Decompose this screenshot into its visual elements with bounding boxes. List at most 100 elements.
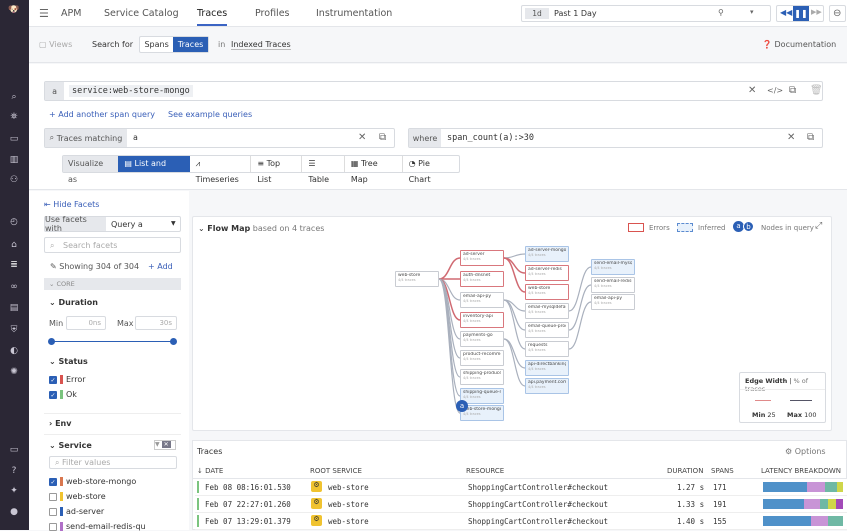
service-item[interactable]: web-store xyxy=(49,492,106,501)
filter-toggle[interactable]: ▼✕ xyxy=(154,440,176,450)
hide-facets-button[interactable]: ⇤ Hide Facets xyxy=(44,200,99,209)
clear-icon[interactable]: ✕ xyxy=(787,132,795,143)
min-input[interactable]: 0ns xyxy=(66,316,106,330)
shield-icon[interactable]: ◐ xyxy=(8,345,20,357)
tab-profiles[interactable]: Profiles xyxy=(255,8,290,19)
flow-node[interactable]: payments-go4/4 traces xyxy=(460,331,504,347)
slider-max-handle[interactable] xyxy=(170,338,177,345)
checkbox[interactable]: ✓ xyxy=(49,391,57,399)
pause-button[interactable]: ❚❚ xyxy=(793,6,809,21)
security-icon[interactable]: ⛨ xyxy=(8,324,20,336)
chat-icon[interactable]: ▭ xyxy=(8,444,20,456)
flow-node[interactable]: email-mysqldefaultdb4/4 traces xyxy=(525,303,569,319)
copy-icon[interactable]: ⧉ xyxy=(789,85,796,96)
viz-top-list[interactable]: ≡ Top List xyxy=(251,156,302,172)
help-icon[interactable]: ? xyxy=(8,465,20,477)
status-error-item[interactable]: ✓Error xyxy=(49,375,86,384)
time-picker[interactable]: 1d Past 1 Day ⚲ ▾ xyxy=(521,5,771,22)
flow-node[interactable]: shipping-producer4/4 traces xyxy=(460,369,504,385)
flow-node[interactable]: send-email-redis-queue4/4 traces xyxy=(591,277,635,293)
facet-query-select[interactable]: Use facets with Query a ▼ xyxy=(44,216,181,232)
table-row[interactable]: Feb 07 13:29:01.379 ⚙ web-store Shopping… xyxy=(195,513,847,530)
close-icon[interactable]: ✕ xyxy=(162,441,171,448)
gear-icon[interactable]: ✺ xyxy=(8,366,20,378)
col-duration[interactable]: DURATION xyxy=(667,467,703,475)
example-queries-link[interactable]: See example queries xyxy=(168,110,252,119)
checkbox[interactable]: ✓ xyxy=(49,376,57,384)
add-span-query-link[interactable]: + Add another span query xyxy=(49,110,155,119)
env-facet[interactable]: › Env xyxy=(49,419,71,428)
service-item[interactable]: ✓web-store-mongo xyxy=(49,477,136,486)
flow-node[interactable]: api.payment.com4/4 traces xyxy=(525,378,569,394)
index-select[interactable]: Indexed Traces xyxy=(231,40,291,50)
flow-node[interactable]: api-directbankingo...4/4 traces xyxy=(525,360,569,376)
options-button[interactable]: ⚙ Options xyxy=(785,447,826,456)
status-facet[interactable]: ⌄ Status xyxy=(49,357,88,366)
query-input[interactable]: service:web-store-mongo xyxy=(69,85,193,97)
code-icon[interactable]: </> xyxy=(767,86,783,95)
col-resource[interactable]: RESOURCE xyxy=(466,467,504,475)
viz-timeseries[interactable]: ⩘ Timeseries xyxy=(190,156,252,172)
filter-values-input[interactable]: ⌕ Filter values xyxy=(49,456,177,469)
clear-icon[interactable]: ✕ xyxy=(748,85,756,96)
flow-node[interactable]: email-queue-producer4/4 traces xyxy=(525,322,569,338)
logo-icon[interactable]: 🐶 xyxy=(8,4,20,16)
checkbox[interactable] xyxy=(49,493,57,501)
trash-icon[interactable]: 🗑 xyxy=(810,85,823,96)
service-facet[interactable]: ⌄ Service xyxy=(49,441,92,450)
checkbox[interactable] xyxy=(49,508,57,516)
flow-node[interactable]: auth-dnsnet4/4 traces xyxy=(460,271,504,287)
infrastructure-icon[interactable]: ⚇ xyxy=(8,174,20,186)
col-root-service[interactable]: ROOT SERVICE xyxy=(310,467,362,475)
chart-icon[interactable]: ▥ xyxy=(8,154,20,166)
rewind-icon[interactable]: ◀◀ xyxy=(780,8,792,17)
forward-icon[interactable]: ▶▶ xyxy=(811,8,822,16)
search-facets-input[interactable]: ⌕ Search facets xyxy=(44,237,181,253)
flow-node[interactable]: send-email-mysql-db4/4 traces xyxy=(591,259,635,275)
tab-instrumentation[interactable]: Instrumentation xyxy=(316,8,392,19)
col-spans[interactable]: SPANS xyxy=(711,467,734,475)
spans-toggle[interactable]: Spans xyxy=(140,37,173,52)
flow-node[interactable]: email-api-py4/4 traces xyxy=(591,294,635,310)
link-icon[interactable]: ∞ xyxy=(8,281,20,293)
copy-icon[interactable]: ⧉ xyxy=(379,132,386,143)
flow-node[interactable]: ad-server-mongodb4/4 traces xyxy=(525,246,569,262)
viz-table[interactable]: ☰ Table xyxy=(302,156,344,172)
views-button[interactable]: ▢ Views xyxy=(39,40,72,49)
dashboard-icon[interactable]: ▭ xyxy=(8,133,20,145)
flow-node[interactable]: ad-server4/4 traces xyxy=(460,250,504,266)
core-group[interactable]: ⌄ CORE xyxy=(44,278,181,290)
apm-menu-icon[interactable]: ☰ xyxy=(39,7,49,20)
traces-matching-input[interactable]: a xyxy=(133,133,138,142)
checkbox[interactable] xyxy=(49,523,57,531)
copy-icon[interactable]: ⧉ xyxy=(807,132,814,143)
flow-node[interactable]: requests4/4 traces xyxy=(525,341,569,357)
max-input[interactable]: 30s xyxy=(135,316,177,330)
chevron-down-icon[interactable]: ▾ xyxy=(750,8,754,16)
flow-node[interactable]: email-api-py4/4 traces xyxy=(460,292,504,308)
table-row[interactable]: Feb 07 22:27:01.260 ⚙ web-store Shopping… xyxy=(195,496,847,513)
slider-min-handle[interactable] xyxy=(48,338,55,345)
flow-node[interactable]: web-store4/4 traces xyxy=(525,284,569,300)
duration-slider[interactable] xyxy=(51,341,174,342)
notebook-icon[interactable]: ▤ xyxy=(8,302,20,314)
search-icon[interactable]: ⌕ xyxy=(8,91,20,103)
tab-service-catalog[interactable]: Service Catalog xyxy=(104,8,179,19)
tab-traces[interactable]: Traces xyxy=(197,8,227,19)
binoculars-icon[interactable]: ⛯ xyxy=(8,111,20,123)
duration-facet[interactable]: ⌄ Duration xyxy=(49,298,98,307)
avatar-icon[interactable]: ● xyxy=(8,506,20,518)
status-ok-item[interactable]: ✓Ok xyxy=(49,390,77,399)
factory-icon[interactable]: ⌂ xyxy=(8,239,20,251)
flow-node[interactable]: web-store4/4 traces xyxy=(395,271,439,287)
table-row[interactable]: Feb 08 08:16:01.530 ⚙ web-store Shopping… xyxy=(195,479,847,496)
flow-node[interactable]: product-recommendati...4/4 traces xyxy=(460,350,504,366)
rocket-icon[interactable]: ✦ xyxy=(8,485,20,497)
col-date[interactable]: ↓ DATE xyxy=(197,467,223,475)
viz-list-and-map[interactable]: ▤ List and Map xyxy=(118,156,189,172)
where-input[interactable]: span_count(a):>30 xyxy=(447,133,534,143)
viz-pie-chart[interactable]: ◔ Pie Chart xyxy=(403,156,459,172)
clear-icon[interactable]: ✕ xyxy=(358,132,366,143)
documentation-link[interactable]: ❓ Documentation xyxy=(762,40,836,49)
traces-toggle[interactable]: Traces xyxy=(173,37,208,52)
